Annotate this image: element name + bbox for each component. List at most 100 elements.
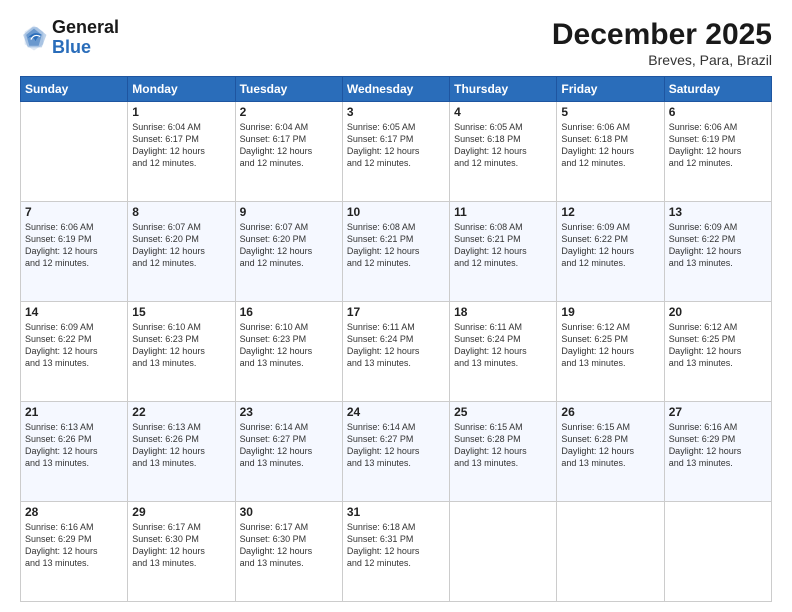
calendar-week-3: 14Sunrise: 6:09 AM Sunset: 6:22 PM Dayli…: [21, 302, 772, 402]
cell-info: Sunrise: 6:16 AM Sunset: 6:29 PM Dayligh…: [669, 421, 767, 470]
calendar-cell: 19 Sunrise: 6:12 AM Sunset: 6:25 PM Dayli…: [557, 302, 664, 402]
page: General Blue December 2025 Breves, Para,…: [0, 0, 792, 612]
cell-info: Sunrise: 6:07 AM Sunset: 6:20 PM Dayligh…: [132, 221, 230, 270]
calendar-week-2: 7Sunrise: 6:06 AM Sunset: 6:19 PM Daylig…: [21, 202, 772, 302]
calendar-cell: 23 Sunrise: 6:14 AM Sunset: 6:27 PM Dayli…: [235, 402, 342, 502]
header: General Blue December 2025 Breves, Para,…: [20, 18, 772, 68]
day-header-tuesday: Tuesday: [235, 77, 342, 102]
cell-info: Sunrise: 6:12 AM Sunset: 6:25 PM Dayligh…: [669, 321, 767, 370]
cell-day-number: 15: [132, 305, 230, 319]
cell-day-number: 25: [454, 405, 552, 419]
calendar-cell: 4 Sunrise: 6:05 AM Sunset: 6:18 PM Daylig…: [450, 102, 557, 202]
calendar-cell: 28 Sunrise: 6:16 AM Sunset: 6:29 PM Dayli…: [21, 502, 128, 602]
cell-day-number: 10: [347, 205, 445, 219]
calendar-cell: 13 Sunrise: 6:09 AM Sunset: 6:22 PM Dayli…: [664, 202, 771, 302]
cell-day-number: 9: [240, 205, 338, 219]
cell-info: Sunrise: 6:05 AM Sunset: 6:17 PM Dayligh…: [347, 121, 445, 170]
calendar-cell: 5 Sunrise: 6:06 AM Sunset: 6:18 PM Daylig…: [557, 102, 664, 202]
cell-day-number: 1: [132, 105, 230, 119]
cell-info: Sunrise: 6:08 AM Sunset: 6:21 PM Dayligh…: [454, 221, 552, 270]
calendar-cell: 31Sunrise: 6:18 AM Sunset: 6:31 PM Dayli…: [342, 502, 449, 602]
cell-day-number: 26: [561, 405, 659, 419]
day-header-thursday: Thursday: [450, 77, 557, 102]
cell-day-number: 29: [132, 505, 230, 519]
calendar-week-4: 21 Sunrise: 6:13 AM Sunset: 6:26 PM Dayli…: [21, 402, 772, 502]
calendar-cell: 17Sunrise: 6:11 AM Sunset: 6:24 PM Dayli…: [342, 302, 449, 402]
cell-info: Sunrise: 6:04 AM Sunset: 6:17 PM Dayligh…: [240, 121, 338, 170]
cell-info: Sunrise: 6:06 AM Sunset: 6:18 PM Dayligh…: [561, 121, 659, 170]
calendar-cell: 14Sunrise: 6:09 AM Sunset: 6:22 PM Dayli…: [21, 302, 128, 402]
calendar-cell: 7Sunrise: 6:06 AM Sunset: 6:19 PM Daylig…: [21, 202, 128, 302]
calendar-table: SundayMondayTuesdayWednesdayThursdayFrid…: [20, 76, 772, 602]
cell-day-number: 7: [25, 205, 123, 219]
calendar-cell: 1 Sunrise: 6:04 AM Sunset: 6:17 PM Daylig…: [128, 102, 235, 202]
cell-info: Sunrise: 6:07 AM Sunset: 6:20 PM Dayligh…: [240, 221, 338, 270]
cell-day-number: 13: [669, 205, 767, 219]
calendar-cell: 8 Sunrise: 6:07 AM Sunset: 6:20 PM Daylig…: [128, 202, 235, 302]
calendar-cell: 10Sunrise: 6:08 AM Sunset: 6:21 PM Dayli…: [342, 202, 449, 302]
calendar-cell: 18 Sunrise: 6:11 AM Sunset: 6:24 PM Dayli…: [450, 302, 557, 402]
cell-info: Sunrise: 6:17 AM Sunset: 6:30 PM Dayligh…: [132, 521, 230, 570]
cell-day-number: 23: [240, 405, 338, 419]
cell-info: Sunrise: 6:15 AM Sunset: 6:28 PM Dayligh…: [454, 421, 552, 470]
calendar-cell: [664, 502, 771, 602]
calendar-header-row: SundayMondayTuesdayWednesdayThursdayFrid…: [21, 77, 772, 102]
cell-day-number: 20: [669, 305, 767, 319]
calendar-cell: 12 Sunrise: 6:09 AM Sunset: 6:22 PM Dayli…: [557, 202, 664, 302]
cell-day-number: 19: [561, 305, 659, 319]
cell-info: Sunrise: 6:13 AM Sunset: 6:26 PM Dayligh…: [25, 421, 123, 470]
calendar-cell: [557, 502, 664, 602]
cell-info: Sunrise: 6:18 AM Sunset: 6:31 PM Dayligh…: [347, 521, 445, 570]
logo-text: General Blue: [52, 18, 119, 58]
calendar-cell: 6Sunrise: 6:06 AM Sunset: 6:19 PM Daylig…: [664, 102, 771, 202]
cell-day-number: 4: [454, 105, 552, 119]
day-header-sunday: Sunday: [21, 77, 128, 102]
calendar-cell: 11 Sunrise: 6:08 AM Sunset: 6:21 PM Dayli…: [450, 202, 557, 302]
calendar-cell: 9 Sunrise: 6:07 AM Sunset: 6:20 PM Daylig…: [235, 202, 342, 302]
calendar-week-1: 1 Sunrise: 6:04 AM Sunset: 6:17 PM Daylig…: [21, 102, 772, 202]
calendar-cell: 26 Sunrise: 6:15 AM Sunset: 6:28 PM Dayli…: [557, 402, 664, 502]
cell-info: Sunrise: 6:14 AM Sunset: 6:27 PM Dayligh…: [240, 421, 338, 470]
cell-day-number: 27: [669, 405, 767, 419]
logo-icon: [20, 24, 48, 52]
cell-info: Sunrise: 6:09 AM Sunset: 6:22 PM Dayligh…: [669, 221, 767, 270]
cell-info: Sunrise: 6:05 AM Sunset: 6:18 PM Dayligh…: [454, 121, 552, 170]
calendar-cell: [450, 502, 557, 602]
cell-day-number: 22: [132, 405, 230, 419]
cell-info: Sunrise: 6:13 AM Sunset: 6:26 PM Dayligh…: [132, 421, 230, 470]
cell-info: Sunrise: 6:09 AM Sunset: 6:22 PM Dayligh…: [561, 221, 659, 270]
cell-info: Sunrise: 6:10 AM Sunset: 6:23 PM Dayligh…: [240, 321, 338, 370]
day-header-monday: Monday: [128, 77, 235, 102]
cell-day-number: 12: [561, 205, 659, 219]
cell-day-number: 5: [561, 105, 659, 119]
calendar-cell: 22 Sunrise: 6:13 AM Sunset: 6:26 PM Dayli…: [128, 402, 235, 502]
cell-info: Sunrise: 6:12 AM Sunset: 6:25 PM Dayligh…: [561, 321, 659, 370]
calendar-week-5: 28 Sunrise: 6:16 AM Sunset: 6:29 PM Dayli…: [21, 502, 772, 602]
cell-day-number: 16: [240, 305, 338, 319]
cell-info: Sunrise: 6:15 AM Sunset: 6:28 PM Dayligh…: [561, 421, 659, 470]
cell-day-number: 21: [25, 405, 123, 419]
calendar-cell: [21, 102, 128, 202]
cell-info: Sunrise: 6:16 AM Sunset: 6:29 PM Dayligh…: [25, 521, 123, 570]
cell-day-number: 30: [240, 505, 338, 519]
calendar-cell: 29 Sunrise: 6:17 AM Sunset: 6:30 PM Dayli…: [128, 502, 235, 602]
cell-day-number: 8: [132, 205, 230, 219]
calendar-cell: 24 Sunrise: 6:14 AM Sunset: 6:27 PM Dayli…: [342, 402, 449, 502]
cell-info: Sunrise: 6:14 AM Sunset: 6:27 PM Dayligh…: [347, 421, 445, 470]
cell-day-number: 24: [347, 405, 445, 419]
cell-info: Sunrise: 6:04 AM Sunset: 6:17 PM Dayligh…: [132, 121, 230, 170]
cell-info: Sunrise: 6:11 AM Sunset: 6:24 PM Dayligh…: [454, 321, 552, 370]
cell-day-number: 28: [25, 505, 123, 519]
cell-info: Sunrise: 6:06 AM Sunset: 6:19 PM Dayligh…: [669, 121, 767, 170]
title-area: December 2025 Breves, Para, Brazil: [552, 18, 772, 68]
day-header-saturday: Saturday: [664, 77, 771, 102]
cell-day-number: 2: [240, 105, 338, 119]
location: Breves, Para, Brazil: [552, 52, 772, 68]
day-header-friday: Friday: [557, 77, 664, 102]
cell-day-number: 11: [454, 205, 552, 219]
cell-day-number: 18: [454, 305, 552, 319]
calendar-cell: 25 Sunrise: 6:15 AM Sunset: 6:28 PM Dayli…: [450, 402, 557, 502]
calendar-cell: 20 Sunrise: 6:12 AM Sunset: 6:25 PM Dayli…: [664, 302, 771, 402]
cell-info: Sunrise: 6:17 AM Sunset: 6:30 PM Dayligh…: [240, 521, 338, 570]
calendar-cell: 2 Sunrise: 6:04 AM Sunset: 6:17 PM Daylig…: [235, 102, 342, 202]
